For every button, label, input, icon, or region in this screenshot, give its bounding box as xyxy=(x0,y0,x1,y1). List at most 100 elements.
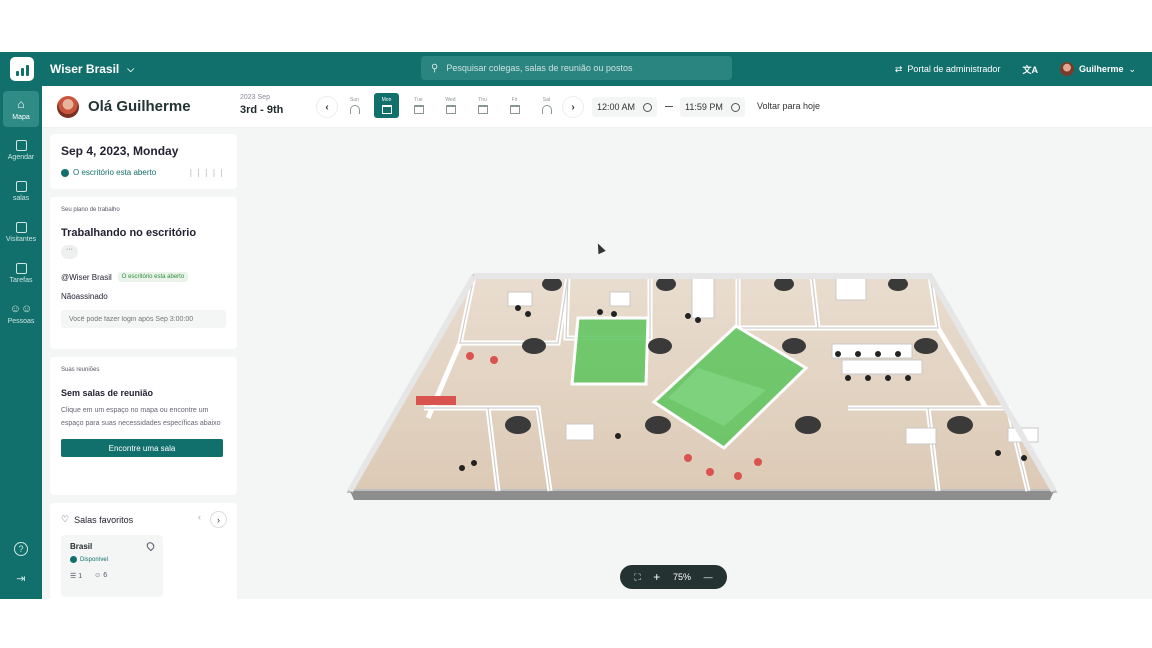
day-label: Sun xyxy=(350,97,359,103)
meetings-title: Suas reuniões xyxy=(61,367,100,373)
clock-icon xyxy=(643,102,653,112)
start-time-picker[interactable]: 12:00 AM xyxy=(592,97,658,117)
top-bar: Wiser Brasil ⌵ ⚲ ⇄ Portal de administrad… xyxy=(0,52,1152,86)
meetings-heading: Sem salas de reunião xyxy=(61,388,154,398)
more-options-button[interactable]: ··· xyxy=(61,245,78,259)
rail-label: Visitantes xyxy=(5,235,37,243)
room-status: Disponível xyxy=(80,556,109,563)
zoom-in-button[interactable]: + xyxy=(653,570,660,584)
visitor-icon xyxy=(15,221,27,233)
greeting: Olá Guilherme xyxy=(88,98,191,115)
day-picker: Sun Mon Tue Wed Thu Fri Sat xyxy=(342,93,559,118)
rail-item-tarefas[interactable]: Tarefas xyxy=(3,255,39,291)
end-time-picker[interactable]: 11:59 PM xyxy=(680,97,745,117)
clock-icon xyxy=(730,102,740,112)
floor-map[interactable] xyxy=(238,128,1152,599)
building-icon xyxy=(509,105,520,114)
calendar-icon xyxy=(15,139,27,151)
building-icon xyxy=(445,105,456,114)
day-wed[interactable]: Wed xyxy=(438,93,463,118)
app-logo-icon[interactable] xyxy=(10,57,34,81)
rail-item-pessoas[interactable]: ☺☺ Pessoas xyxy=(3,296,39,332)
day-fri[interactable]: Fri xyxy=(502,93,527,118)
day-label: Mon xyxy=(381,97,392,103)
signin-status: Nãoassinado xyxy=(61,292,108,301)
login-info-field xyxy=(61,310,226,328)
rail-item-salas[interactable]: salas xyxy=(3,173,39,209)
check-icon xyxy=(61,168,69,177)
find-room-button[interactable]: Encontre uma sala xyxy=(61,439,223,457)
admin-portal-link[interactable]: ⇄ Portal de administrador xyxy=(895,64,1001,75)
zoom-out-button[interactable]: — xyxy=(704,572,713,582)
fullscreen-icon[interactable]: ⛶ xyxy=(634,572,640,583)
floor-edge xyxy=(350,491,1054,500)
rail-item-visitantes[interactable]: Visitantes xyxy=(3,214,39,250)
day-label: Wed xyxy=(445,97,456,103)
org-switcher[interactable]: Wiser Brasil ⌵ xyxy=(50,62,134,76)
search-icon: ⚲ xyxy=(431,62,439,74)
start-time: 12:00 AM xyxy=(597,102,636,112)
day-sat[interactable]: Sat xyxy=(534,93,559,118)
chevron-down-icon: ⌄ xyxy=(1128,63,1136,74)
search-bar[interactable]: ⚲ xyxy=(421,56,732,80)
favorites-header: ♡ Salas favoritos ‹ › xyxy=(61,512,226,527)
zoom-controls: ⛶ + 75% — xyxy=(620,565,727,589)
building-icon xyxy=(413,105,424,114)
rail-label: salas xyxy=(12,194,30,202)
day-sun[interactable]: Sun xyxy=(342,93,367,118)
next-week-button[interactable]: › xyxy=(563,97,583,117)
work-plan-title: Seu plano de trabalho xyxy=(61,207,120,213)
help-icon[interactable]: ? xyxy=(14,542,28,556)
swap-icon: ⇄ xyxy=(894,63,903,74)
occupancy-icon: ❘❘❘❘❘ xyxy=(187,168,226,177)
user-name: Guilherme xyxy=(1078,64,1124,74)
meetings-card: Suas reuniões Sem salas de reunião Cliqu… xyxy=(50,357,237,495)
office-name: @Wiser Brasil xyxy=(61,272,112,282)
rail-label: Agendar xyxy=(7,153,35,161)
office-open-badge: O escritório esta aberto xyxy=(117,272,189,282)
rail-item-mapa[interactable]: ⌂ Mapa xyxy=(3,91,39,127)
meeting-room-brasil-highlight xyxy=(570,316,650,386)
beach-umbrella-icon xyxy=(541,105,552,114)
beach-umbrella-icon xyxy=(349,105,360,114)
left-rail: ⌂ Mapa Agendar salas Visitantes Tarefas … xyxy=(0,86,42,599)
favorite-room-card[interactable]: Brasil Disponível ☰ 1 ☺ 6 xyxy=(61,535,163,597)
layers-icon: ☰ xyxy=(70,573,77,580)
chevron-left-icon[interactable]: ‹ xyxy=(198,512,201,527)
rail-label: Pessoas xyxy=(7,318,35,325)
chevron-right-icon[interactable]: › xyxy=(211,512,226,527)
floor-plan-3d[interactable] xyxy=(238,128,1152,599)
date-range: 3rd - 9th xyxy=(240,104,284,116)
search-input[interactable] xyxy=(446,63,717,73)
office-status-text: O escritório esta aberto xyxy=(73,168,157,177)
chevron-down-icon: ⌵ xyxy=(127,63,135,74)
building-icon xyxy=(381,105,392,114)
day-label: Sat xyxy=(542,97,551,103)
day-mon[interactable]: Mon xyxy=(374,93,399,118)
rail-item-agendar[interactable]: Agendar xyxy=(3,132,39,168)
day-tue[interactable]: Tue xyxy=(406,93,431,118)
capacity-value: 6 xyxy=(103,572,108,579)
home-icon: ⌂ xyxy=(17,97,25,111)
user-avatar xyxy=(57,95,79,118)
week-range: 2023 Sep 3rd - 9th xyxy=(240,94,283,116)
work-plan-card: Seu plano de trabalho Trabalhando no esc… xyxy=(50,197,237,349)
language-button[interactable]: 文A xyxy=(1022,63,1038,76)
heart-icon: ♡ xyxy=(61,514,70,524)
back-to-today-link[interactable]: Voltar para hoje xyxy=(757,101,820,111)
prev-week-button[interactable]: ‹ xyxy=(317,97,337,117)
logout-icon[interactable]: ⇥ xyxy=(16,572,25,585)
favorites-pager: ‹ › xyxy=(198,512,226,527)
room-meta: ☰ 1 ☺ 6 xyxy=(70,572,154,580)
people-icon: ☺☺ xyxy=(9,303,33,315)
floors-count: ☰ 1 xyxy=(70,572,82,580)
user-menu[interactable]: Guilherme ⌄ xyxy=(1059,62,1136,76)
app-frame: Wiser Brasil ⌵ ⚲ ⇄ Portal de administrad… xyxy=(0,52,1152,599)
favorites-card: ♡ Salas favoritos ‹ › Brasil Disponível … xyxy=(50,503,237,599)
top-right-actions: ⇄ Portal de administrador 文A Guilherme ⌄ xyxy=(895,52,1136,86)
day-thu[interactable]: Thu xyxy=(470,93,495,118)
org-name: Wiser Brasil xyxy=(50,62,120,76)
meetings-description: Clique em um espaço no mapa ou encontre … xyxy=(61,407,221,427)
office-row: @Wiser Brasil O escritório esta aberto xyxy=(61,272,226,282)
end-time: 11:59 PM xyxy=(685,102,723,112)
